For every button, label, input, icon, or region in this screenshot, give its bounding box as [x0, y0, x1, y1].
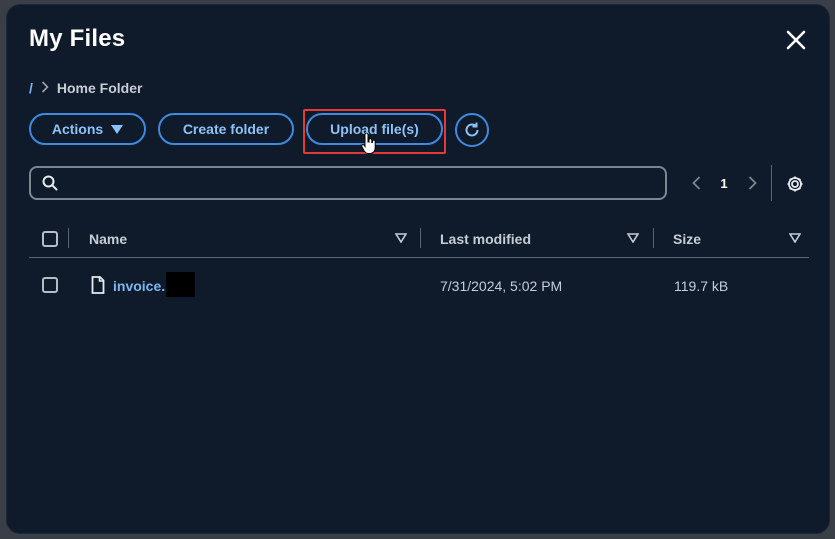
breadcrumb-root-link[interactable]: /	[29, 80, 33, 96]
chevron-left-icon[interactable]	[687, 171, 705, 195]
upload-files-label: Upload file(s)	[330, 121, 419, 137]
current-page-number[interactable]: 1	[705, 176, 743, 191]
breadcrumb: / Home Folder	[29, 79, 142, 97]
last-modified-cell: 7/31/2024, 5:02 PM	[440, 278, 563, 294]
refresh-button[interactable]	[455, 113, 489, 147]
gear-icon[interactable]	[785, 174, 805, 194]
pagination: 1	[687, 171, 761, 195]
select-all-checkbox[interactable]	[42, 231, 58, 247]
sort-icon[interactable]	[395, 233, 407, 243]
sort-icon[interactable]	[789, 233, 801, 243]
file-icon	[91, 276, 105, 294]
my-files-modal: My Files / Home Folder Actions Create fo…	[6, 4, 830, 534]
create-folder-button[interactable]: Create folder	[158, 113, 294, 145]
search-field[interactable]	[29, 166, 667, 200]
create-folder-label: Create folder	[182, 121, 270, 137]
modal-title: My Files	[29, 25, 126, 52]
column-divider	[653, 228, 654, 248]
actions-button-label: Actions	[51, 121, 104, 137]
caret-down-icon	[111, 121, 124, 137]
pager-divider	[771, 165, 772, 201]
actions-button[interactable]: Actions	[29, 113, 146, 145]
column-header-name[interactable]: Name	[89, 231, 127, 247]
refresh-icon	[465, 122, 479, 137]
row-checkbox[interactable]	[42, 277, 58, 293]
close-icon[interactable]	[783, 27, 809, 53]
upload-files-button[interactable]: Upload file(s)	[306, 113, 443, 145]
chevron-right-icon[interactable]	[743, 171, 761, 195]
sort-icon[interactable]	[627, 233, 639, 243]
breadcrumb-current: Home Folder	[56, 80, 143, 96]
column-divider	[420, 228, 421, 248]
size-cell: 119.7 kB	[674, 278, 729, 294]
table-header: Name Last modified Size	[29, 220, 809, 258]
file-name-link[interactable]: invoice.	[113, 278, 165, 294]
chevron-right-icon	[41, 80, 49, 96]
column-header-last-modified[interactable]: Last modified	[440, 231, 531, 247]
search-icon	[42, 175, 58, 191]
search-input[interactable]	[59, 168, 665, 198]
column-divider	[68, 228, 69, 248]
table-row: invoice. 7/31/2024, 5:02 PM 119.7 kB	[29, 261, 809, 311]
redacted-block	[166, 272, 195, 297]
column-header-size[interactable]: Size	[673, 231, 701, 247]
